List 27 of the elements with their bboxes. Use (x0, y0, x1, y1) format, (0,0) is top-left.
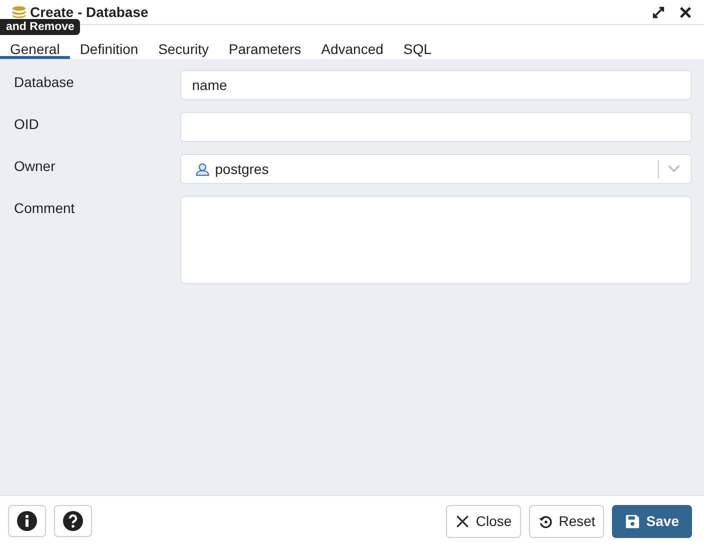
user-icon (195, 162, 210, 176)
help-button[interactable] (54, 505, 92, 537)
tab[interactable]: SQL (393, 25, 442, 59)
reset-button[interactable]: Reset (528, 504, 604, 538)
save-button[interactable]: Save (612, 504, 692, 538)
maximize-icon[interactable] (652, 6, 665, 18)
input-field[interactable] (180, 112, 692, 142)
close-icon[interactable] (679, 6, 692, 18)
close-icon (454, 514, 470, 528)
info-icon (17, 511, 37, 531)
input-field[interactable]: name (180, 70, 692, 100)
field-label: OID (14, 115, 40, 132)
comment-field[interactable] (180, 196, 692, 284)
window-title: Create - Database (30, 4, 148, 20)
field-label: Comment (14, 199, 76, 216)
info-button[interactable] (8, 505, 46, 537)
field-label: Owner (14, 157, 56, 174)
tab[interactable]: Advanced (311, 25, 394, 59)
reset-icon (538, 514, 553, 528)
close-button[interactable]: Close (446, 504, 521, 538)
tab[interactable]: Security (148, 25, 219, 59)
field-label: Database (14, 73, 75, 90)
tooltip: and Remove (0, 19, 80, 35)
help-icon (63, 511, 83, 531)
tab[interactable]: Parameters (218, 25, 312, 59)
database-icon (12, 6, 26, 18)
owner-select[interactable]: postgres (180, 154, 692, 184)
